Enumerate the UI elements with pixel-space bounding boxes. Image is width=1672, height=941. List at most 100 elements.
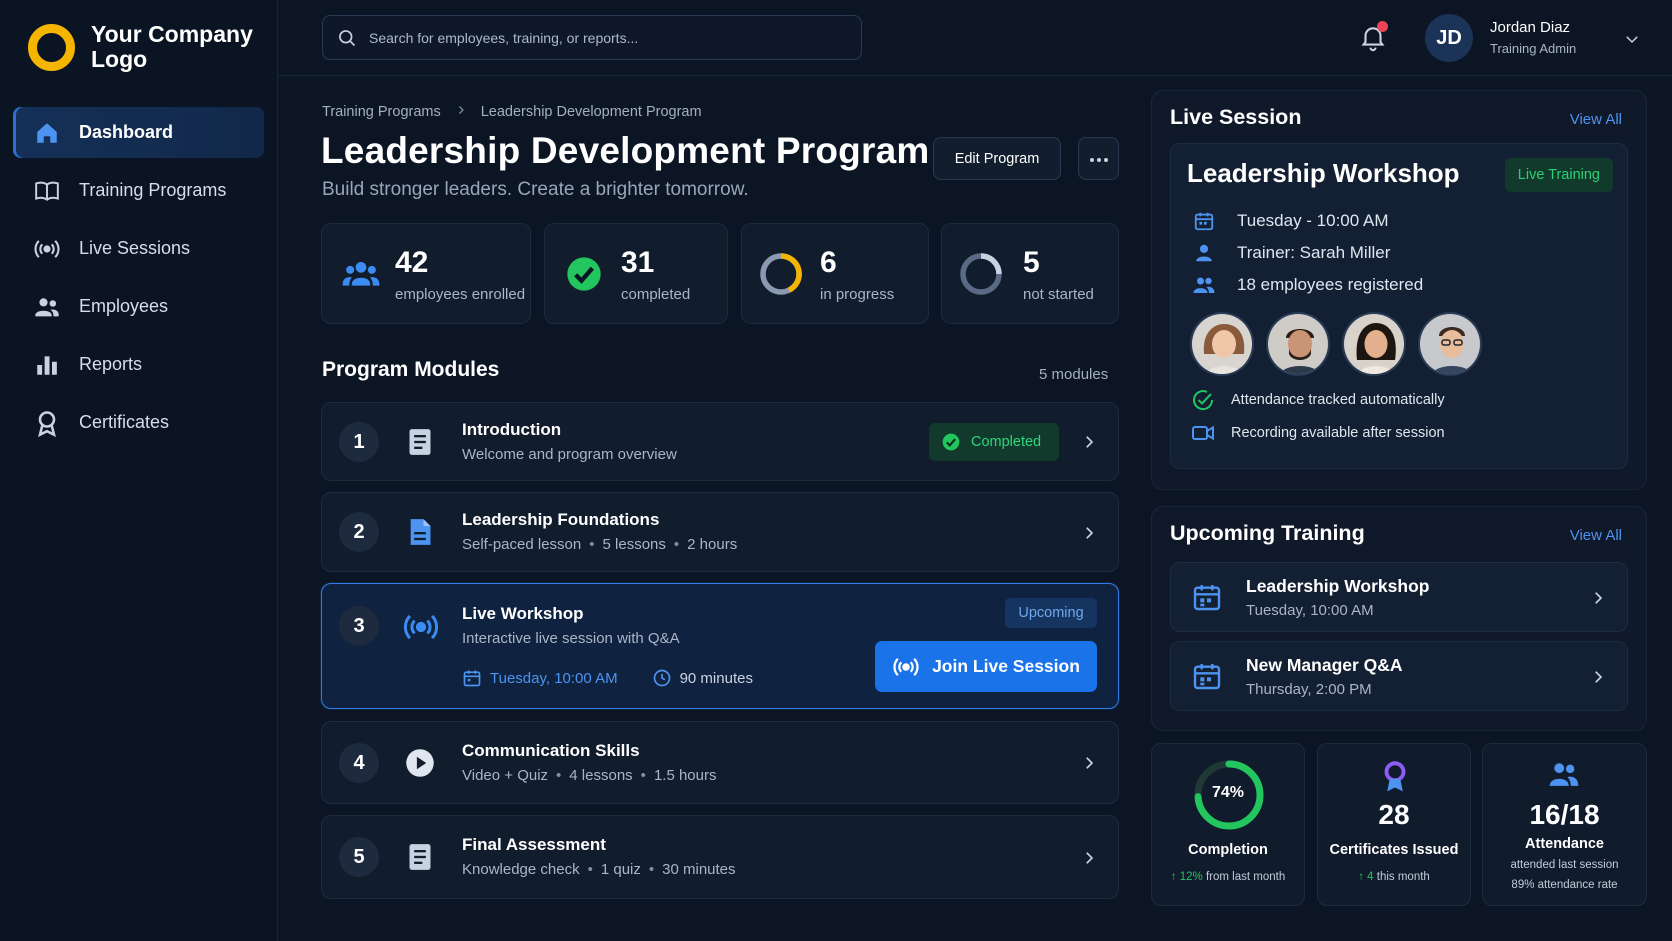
sidebar-item-reports[interactable]: Reports	[13, 339, 264, 390]
mini-card-label: Certificates Issued	[1329, 842, 1459, 858]
avatar[interactable]	[1342, 312, 1406, 376]
video-camera-icon	[1191, 421, 1215, 445]
users-icon	[33, 293, 61, 321]
chevron-right-icon[interactable]	[1589, 668, 1607, 686]
chevron-right-icon[interactable]	[1080, 524, 1098, 542]
module-desc-text: Video + Quiz	[462, 767, 549, 784]
stat-card-not-started: 5 not started	[941, 223, 1119, 324]
avatar[interactable]	[1418, 312, 1482, 376]
arrow-up-icon: ↑	[1170, 871, 1177, 883]
module-title: Introduction	[462, 420, 562, 439]
chevron-right-icon[interactable]	[1589, 589, 1607, 607]
broadcast-icon	[33, 235, 61, 263]
module-row-introduction[interactable]: 1 Introduction Welcome and program overv…	[321, 402, 1119, 481]
module-number: 2	[339, 512, 379, 552]
module-desc-text: 5 lessons	[602, 536, 666, 553]
module-duration: 90 minutes	[679, 669, 753, 687]
stat-value: 42	[395, 246, 429, 279]
edit-program-button[interactable]: Edit Program	[933, 137, 1061, 180]
view-all-link[interactable]: View All	[1570, 527, 1622, 544]
trend-text: from last month	[1205, 871, 1286, 883]
chevron-right-icon[interactable]	[1080, 849, 1098, 867]
company-logo[interactable]: Your Company Logo	[28, 22, 261, 72]
upcoming-title: Leadership Workshop	[1246, 576, 1430, 596]
play-icon	[405, 748, 435, 778]
module-title: Final Assessment	[462, 835, 606, 854]
stat-value: 5	[1023, 246, 1040, 279]
mini-card-footnote: ↑ 4 this month	[1318, 871, 1470, 883]
sidebar-item-label: Training Programs	[79, 180, 227, 200]
avatar[interactable]	[1190, 312, 1254, 376]
view-all-link[interactable]: View All	[1570, 111, 1622, 128]
live-session-card[interactable]: Leadership Workshop Live Training Tuesda…	[1170, 143, 1628, 469]
progress-ring-icon	[758, 251, 804, 297]
panel-title: Upcoming Training	[1170, 521, 1365, 545]
module-desc-text: 1.5 hours	[653, 767, 717, 784]
page-subtitle: Build stronger leaders. Create a brighte…	[322, 179, 749, 200]
module-row-leadership-foundations[interactable]: 2 Leadership Foundations Self-paced less…	[321, 492, 1119, 572]
attendance-count: 16/18	[1529, 799, 1600, 830]
modules-heading: Program Modules	[322, 358, 500, 381]
status-badge-completed: Completed	[929, 423, 1059, 461]
search-bar[interactable]	[322, 15, 862, 60]
live-session-panel: Live Session View All Leadership Worksho…	[1151, 90, 1647, 490]
module-description: Welcome and program overview	[462, 446, 677, 463]
calendar-icon	[1191, 660, 1223, 692]
module-row-live-workshop[interactable]: 3 Live Workshop Interactive live session…	[321, 583, 1119, 709]
chevron-right-icon[interactable]	[1080, 433, 1098, 451]
document-icon	[405, 427, 435, 457]
award-icon	[33, 409, 61, 437]
document-icon	[405, 842, 435, 872]
stat-label: completed	[621, 286, 691, 303]
user-name: Jordan Diaz	[1490, 19, 1571, 36]
notifications-button[interactable]	[1358, 21, 1390, 54]
arrow-up-icon: ↑	[1358, 871, 1364, 883]
upcoming-when: Thursday, 2:00 PM	[1246, 681, 1372, 698]
modules-count: 5 modules	[1039, 366, 1109, 383]
award-icon	[1379, 760, 1411, 799]
search-input[interactable]	[369, 29, 839, 46]
sidebar-item-live-sessions[interactable]: Live Sessions	[13, 223, 264, 274]
module-row-communication-skills[interactable]: 4 Communication Skills Video + Quiz • 4 le…	[321, 721, 1119, 804]
module-description: Video + Quiz • 4 lessons • 1.5 hours	[462, 767, 717, 784]
stat-label: in progress	[820, 286, 895, 303]
avatar[interactable]	[1266, 312, 1330, 376]
live-training-badge: Live Training	[1504, 158, 1613, 192]
module-title: Communication Skills	[462, 741, 640, 760]
chevron-right-icon[interactable]	[1080, 754, 1098, 772]
sidebar-item-label: Dashboard	[79, 122, 174, 142]
completion-percent: 74%	[1211, 784, 1245, 801]
more-options-button[interactable]	[1078, 137, 1119, 180]
stat-label: not started	[1023, 286, 1094, 303]
module-desc-text: Self-paced lesson	[462, 536, 582, 553]
module-number: 5	[339, 837, 379, 877]
user-menu-chevron-down-icon[interactable]	[1623, 30, 1641, 48]
module-number: 4	[339, 743, 379, 783]
upcoming-item[interactable]: Leadership Workshop Tuesday, 10:00 AM	[1170, 562, 1628, 632]
upcoming-item[interactable]: New Manager Q&A Thursday, 2:00 PM	[1170, 641, 1628, 711]
empty-ring-icon	[958, 251, 1004, 297]
book-icon	[33, 177, 61, 205]
stat-card-enrolled: 42 employees enrolled	[321, 223, 531, 324]
logo-text: Your Company Logo	[91, 21, 253, 72]
certificates-card: 28 Certificates Issued ↑ 4 this month	[1317, 743, 1471, 906]
calendar-icon	[462, 668, 482, 688]
calendar-icon	[1191, 208, 1217, 234]
upcoming-when: Tuesday, 10:00 AM	[1246, 602, 1374, 619]
sidebar-item-dashboard[interactable]: Dashboard	[13, 107, 264, 158]
user-avatar[interactable]: JD	[1425, 14, 1473, 62]
breadcrumb-link[interactable]: Training Programs	[322, 104, 441, 120]
attendee-avatars	[1190, 312, 1494, 376]
sidebar-item-certificates[interactable]: Certificates	[13, 397, 264, 448]
mini-card-footnote: 89% attendance rate	[1511, 879, 1618, 891]
sidebar-item-training-programs[interactable]: Training Programs	[13, 165, 264, 216]
module-desc-text: Knowledge check	[462, 861, 580, 878]
stat-value: 31	[621, 246, 655, 279]
attendance-note: Attendance tracked automatically	[1191, 388, 1445, 412]
sidebar-item-employees[interactable]: Employees	[13, 281, 264, 332]
module-row-final-assessment[interactable]: 5 Final Assessment Knowledge check • 1 qui…	[321, 815, 1119, 899]
live-session-when-text: Tuesday - 10:00 AM	[1237, 211, 1389, 230]
user-role: Training Admin	[1490, 41, 1577, 56]
stat-card-completed: 31 completed	[544, 223, 728, 324]
join-live-session-button[interactable]: Join Live Session	[875, 641, 1097, 692]
